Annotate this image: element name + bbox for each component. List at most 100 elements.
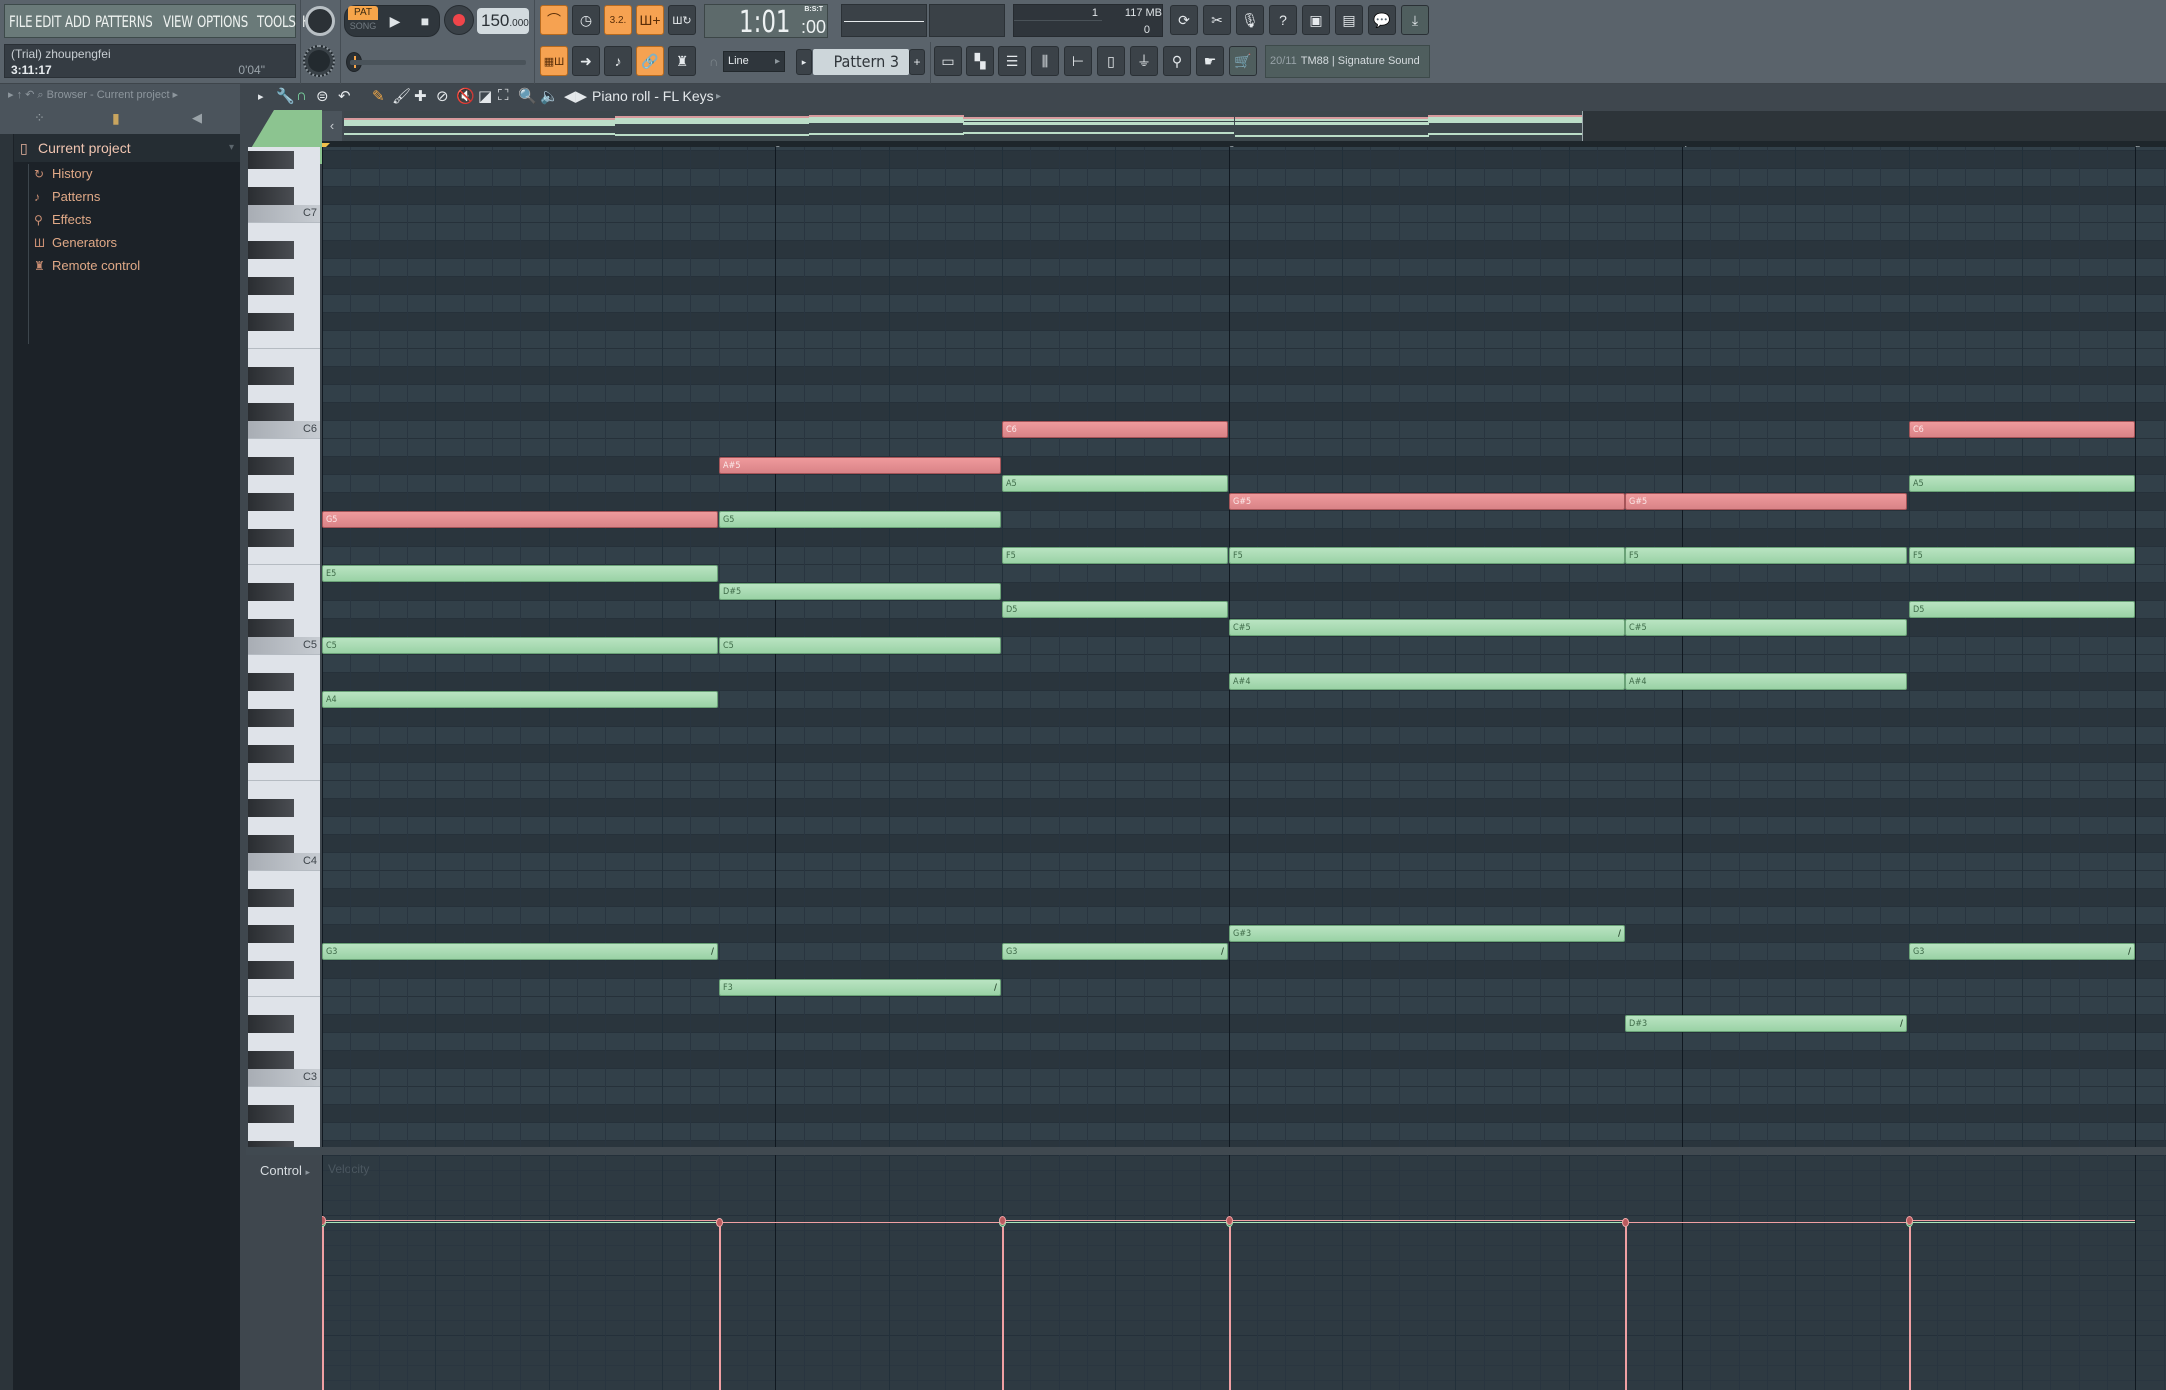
black-key[interactable] [248,493,294,511]
menu-edit[interactable]: EDIT [35,12,61,31]
wrench-icon[interactable]: 🔧 [276,87,295,105]
tempo-field[interactable]: 150.000 [477,8,529,34]
black-key[interactable] [248,1051,294,1069]
browser-breadcrumb[interactable]: ▸ ↑ ↶ ⌕ Browser - Current project ▸ [8,88,178,102]
record-audio-button[interactable]: 🎙 [1236,5,1264,35]
piano-keyboard[interactable]: C7 C6 C5 C4 C3 [248,147,320,1147]
browser-item-effects[interactable]: Effects [52,212,92,227]
loop-record-button[interactable]: Ш↻ [668,5,696,35]
velocity-handle[interactable] [999,1216,1006,1225]
note[interactable]: F3 / [719,979,1001,996]
save-button[interactable]: ▣ [1302,5,1330,35]
event-editor-splitter[interactable] [246,1147,2166,1155]
wait-for-input-button[interactable]: ◷ [572,5,600,35]
black-key[interactable] [248,889,294,907]
note[interactable]: A#4 [1625,673,1907,690]
record-button[interactable] [444,5,474,35]
note[interactable]: C6 [1002,421,1228,438]
browser-item-remote-control[interactable]: Remote control [52,258,140,273]
note[interactable]: C#5 [1625,619,1907,636]
note[interactable]: A#5 [719,457,1001,474]
brush-icon[interactable]: 🖌 [392,87,411,105]
note[interactable]: G#3 / [1229,925,1625,942]
mute-icon[interactable]: 🔇 [456,87,475,105]
menu-options[interactable]: OPTIONS [197,12,248,31]
playback-icon[interactable]: 🔈 [540,87,559,105]
undo-history-button[interactable]: ⟳ [1170,5,1198,35]
menu-circle-icon[interactable]: ⊜ [316,87,329,105]
menu-tools[interactable]: TOOLS [257,12,296,31]
snap-dropdown[interactable]: Line [723,51,785,72]
black-key[interactable] [248,151,294,169]
note[interactable]: A4 [322,691,718,708]
note[interactable]: G3 / [1909,943,2135,960]
note[interactable]: E5 [322,565,718,582]
master-pitch-knob[interactable] [303,45,335,77]
countdown-button[interactable]: 3.2. [604,5,632,35]
add-pattern-button[interactable]: + [909,49,925,75]
paint-add-icon[interactable]: ✚ [414,87,427,105]
pattern-selector[interactable]: Pattern 3 [813,49,909,75]
note[interactable]: D#5 [719,583,1001,600]
magnet-snap-icon[interactable]: ∩ [296,87,307,104]
velocity-lane[interactable]: Velocity [322,1155,2166,1390]
browser-root-current-project[interactable]: ▯ Current project ▾ [14,134,240,162]
note[interactable]: C#5 [1229,619,1625,636]
speaker-icon[interactable]: ◀ [192,110,202,126]
velocity-stem[interactable] [719,1222,721,1390]
velocity-handle[interactable] [1906,1216,1913,1225]
midi-button[interactable]: ⚲ [1163,46,1191,76]
black-key[interactable] [248,241,294,259]
pencil-icon[interactable]: ✎ [372,87,385,105]
note[interactable]: G#5 [1229,493,1625,510]
title-arrow-icon[interactable]: ▸ [716,91,721,102]
shop-button[interactable]: 🛒 [1229,46,1257,76]
velocity-stem[interactable] [1625,1222,1627,1390]
master-volume-knob[interactable] [305,6,335,36]
black-key[interactable] [248,709,294,727]
chat-button[interactable]: 💬 [1368,5,1396,35]
touch-controller-button[interactable]: ☛ [1196,46,1224,76]
note[interactable]: G5 [322,511,718,528]
piano-roll-view-button[interactable]: ▦Ш [540,46,568,76]
pattern-overview-scrollbar[interactable] [344,111,2166,141]
project-info-button[interactable]: ▯ [1097,46,1125,76]
target-arrows-icon[interactable]: ◀▶ [564,87,587,105]
note[interactable]: F5 [1229,547,1625,564]
black-key[interactable] [248,403,294,421]
master-pitch-slider[interactable] [350,60,526,65]
note[interactable]: A#4 [1229,673,1625,690]
velocity-stem[interactable] [1002,1220,1004,1390]
black-key[interactable] [248,673,294,691]
black-key[interactable] [248,529,294,547]
waveform-icon[interactable]: ⁘ [34,110,45,126]
black-key[interactable] [248,619,294,637]
pattern-prev-button[interactable]: ▸ [796,49,812,75]
note[interactable]: D5 [1002,601,1228,618]
help-button[interactable]: ? [1269,5,1297,35]
note[interactable]: A5 [1909,475,2135,492]
note[interactable]: F5 [1625,547,1907,564]
note[interactable]: F5 [1909,547,2135,564]
black-key[interactable] [248,799,294,817]
velocity-handle[interactable] [716,1218,723,1227]
step-edit-button[interactable]: Ш+ [636,5,664,35]
black-key[interactable] [248,961,294,979]
plugin-database-button[interactable]: ⏚ [1130,46,1158,76]
export-audio-button[interactable]: ▤ [1335,5,1363,35]
note[interactable]: A5 [1002,475,1228,492]
mixer-button[interactable]: ⫼ [1031,46,1059,76]
select-icon[interactable]: ⛶ [498,87,509,104]
playlist-button[interactable]: ▭ [934,46,962,76]
black-key[interactable] [248,583,294,601]
black-key[interactable] [248,277,294,295]
black-key[interactable] [248,1015,294,1033]
menu-view[interactable]: VIEW [163,12,193,31]
menu-file[interactable]: FILE [9,12,33,31]
overview-viewport[interactable] [344,111,1583,141]
piano-roll-button[interactable]: ▚ [966,46,994,76]
stop-button[interactable]: ■ [410,5,440,37]
arrow-button[interactable]: ➜ [572,46,600,76]
download-button[interactable]: ⤓ [1401,5,1429,35]
browser-button[interactable]: ⊢ [1064,46,1092,76]
